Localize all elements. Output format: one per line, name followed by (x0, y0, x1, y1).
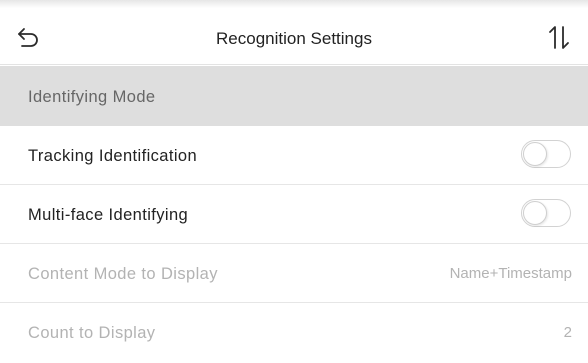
row-tracking-identification[interactable]: Tracking Identification (0, 126, 588, 185)
toggle-knob (523, 142, 547, 166)
toggle-knob (523, 201, 547, 225)
row-content-mode-to-display: Content Mode to Display Name+Timestamp (0, 244, 588, 303)
multi-face-identifying-toggle[interactable] (521, 199, 571, 227)
back-button[interactable] (14, 22, 42, 50)
header-bar: Recognition Settings (0, 8, 588, 65)
top-shadow (0, 0, 588, 8)
back-arrow-icon (18, 28, 38, 47)
row-multi-face-identifying[interactable]: Multi-face Identifying (0, 185, 588, 244)
page-title: Recognition Settings (216, 29, 372, 48)
sort-arrows-icon (549, 26, 569, 49)
row-label: Tracking Identification (28, 147, 198, 165)
row-value: Name+Timestamp (449, 265, 572, 282)
row-label: Content Mode to Display (28, 265, 218, 283)
row-label: Count to Display (28, 324, 156, 342)
row-count-to-display: Count to Display 2 (0, 303, 588, 361)
tracking-identification-toggle[interactable] (521, 140, 571, 168)
section-header-identifying-mode: Identifying Mode (0, 66, 588, 126)
sort-button[interactable] (542, 24, 576, 50)
section-label: Identifying Mode (28, 88, 156, 106)
row-value: 2 (563, 324, 572, 341)
row-label: Multi-face Identifying (28, 206, 189, 224)
